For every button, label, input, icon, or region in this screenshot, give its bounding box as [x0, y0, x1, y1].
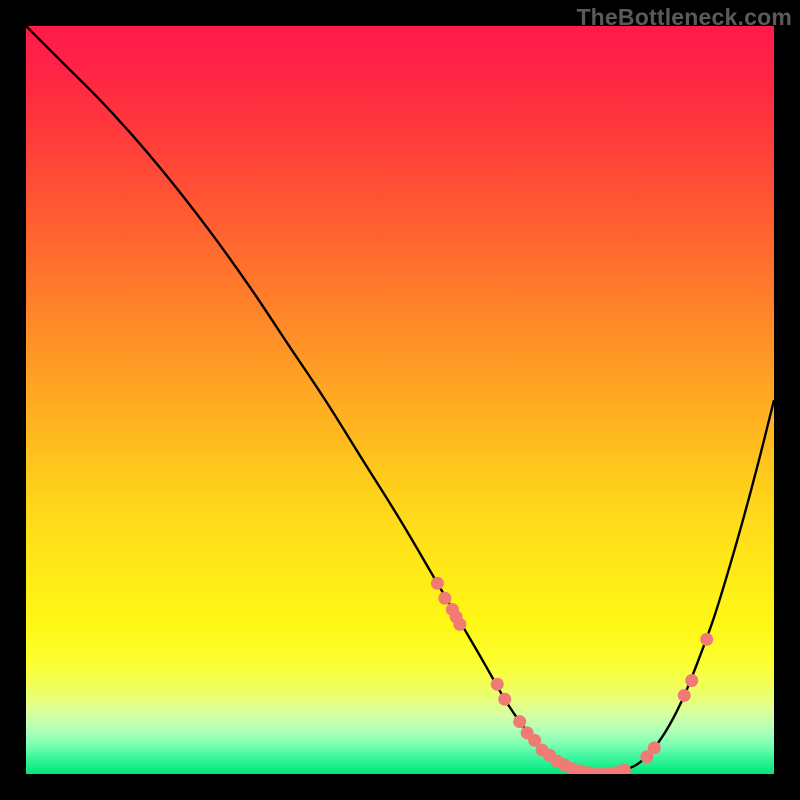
sample-point: [438, 592, 451, 605]
watermark-label: TheBottleneck.com: [576, 4, 792, 31]
sample-point: [685, 674, 698, 687]
plot-area: [26, 26, 774, 774]
chart-frame: TheBottleneck.com: [0, 0, 800, 800]
sample-point: [648, 741, 661, 754]
sample-point: [498, 693, 511, 706]
bottleneck-chart: [26, 26, 774, 774]
sample-point: [678, 689, 691, 702]
sample-point: [431, 577, 444, 590]
gradient-background: [26, 26, 774, 774]
sample-point: [700, 633, 713, 646]
sample-point: [491, 678, 504, 691]
sample-point: [453, 618, 466, 631]
sample-point: [513, 715, 526, 728]
